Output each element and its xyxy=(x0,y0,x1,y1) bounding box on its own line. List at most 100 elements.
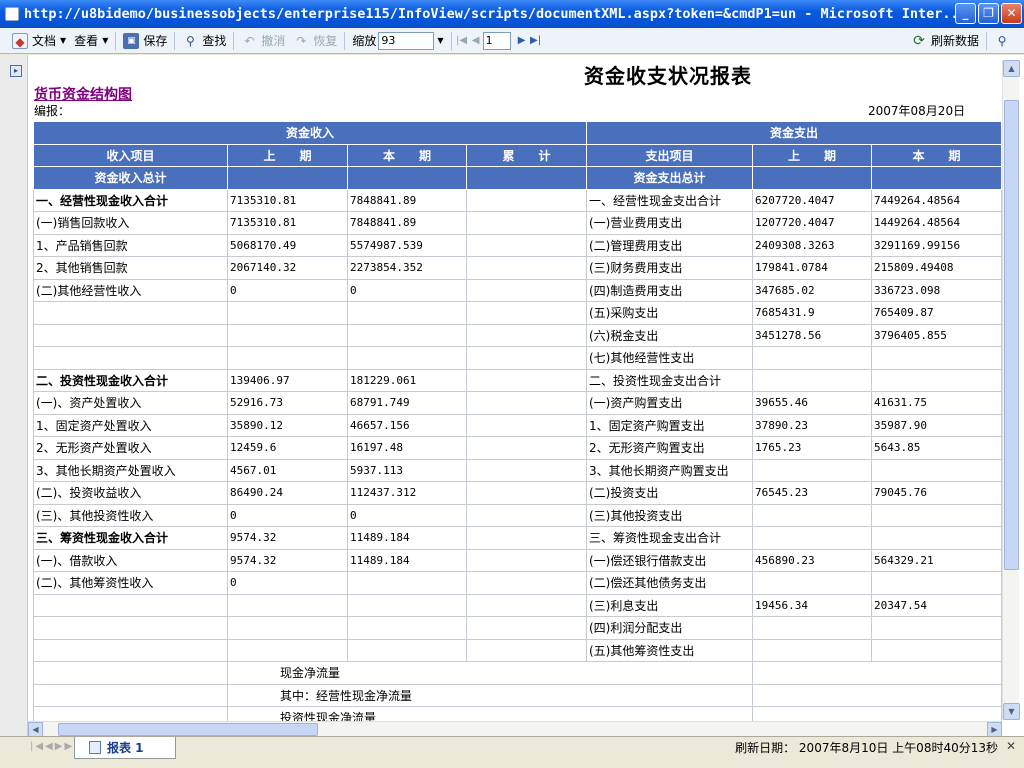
scroll-down-icon[interactable]: ▼ xyxy=(1003,703,1020,720)
search-button[interactable]: ⚲ xyxy=(990,30,1018,52)
vertical-scrollbar[interactable]: ▲ ▼ xyxy=(1002,60,1020,720)
save-button[interactable]: ▣ 保存 xyxy=(119,30,171,52)
prev-page-icon[interactable]: ◀ xyxy=(469,35,483,46)
report-page: 资金收支状况报表 货币资金结构图 编报： 2007年08月20日 资金收入 资金… xyxy=(28,55,1002,721)
sheet-tab-label: 报表 1 xyxy=(107,741,144,755)
income-prev-cell: 35890.12 xyxy=(227,413,348,437)
net-flow-row: 其中：经营性现金净流量 xyxy=(33,683,1002,707)
income-prev-cell: 4567.01 xyxy=(227,458,348,482)
zoom-input[interactable]: 93 xyxy=(378,31,435,50)
expense-curr-cell: 336723.098 xyxy=(871,278,1002,302)
income-curr-cell xyxy=(347,616,467,640)
income-item-cell: 2、其他销售回款 xyxy=(33,256,228,280)
expense-item-cell: (二)偿还其他债务支出 xyxy=(586,571,753,595)
find-button[interactable]: ⚲ 查找 xyxy=(178,30,230,52)
expense-curr-cell xyxy=(871,346,1002,370)
expense-item-cell: (二)投资支出 xyxy=(586,481,753,505)
income-cum-cell xyxy=(466,458,587,482)
horizontal-scrollbar[interactable]: ◀ ▶ xyxy=(28,721,1002,737)
scroll-right-icon[interactable]: ▶ xyxy=(987,722,1002,737)
horizontal-scroll-thumb[interactable] xyxy=(58,723,318,736)
expense-prev-cell: 3451278.56 xyxy=(752,323,872,347)
cash-flow-table: 资金收入 资金支出 收入项目 上 期 本 期 累 计 支出项目 上 期 本 期 … xyxy=(33,121,1002,721)
income-prev-cell: 7135310.81 xyxy=(227,188,348,212)
net-flow-row: 现金净流量 xyxy=(33,661,1002,685)
expense-prev-cell: 456890.23 xyxy=(752,548,872,572)
income-prev-cell: 0 xyxy=(227,278,348,302)
redo-button[interactable]: ↷ 恢复 xyxy=(289,30,341,52)
income-item-cell: 1、产品销售回款 xyxy=(33,233,228,257)
table-row: 二、投资性现金收入合计 139406.97 181229.061 二、投资性现金支出合… xyxy=(33,368,1002,392)
minimize-button[interactable]: _ xyxy=(955,3,976,24)
scroll-left-icon[interactable]: ◀ xyxy=(28,722,43,737)
expense-prev-cell: 39655.46 xyxy=(752,391,872,415)
expense-prev-cell: 2409308.3263 xyxy=(752,233,872,257)
income-prev-cell: 7135310.81 xyxy=(227,211,348,235)
expense-prev-cell xyxy=(752,526,872,550)
window-titlebar: http://u8bidemo/businessobjects/enterpri… xyxy=(0,0,1024,28)
income-cum-cell xyxy=(466,301,587,325)
view-menu[interactable]: 查看 ▼ xyxy=(70,30,112,52)
redo-label: 恢复 xyxy=(313,34,338,48)
income-curr-cell: 68791.749 xyxy=(347,391,467,415)
income-curr-cell: 2273854.352 xyxy=(347,256,467,280)
zoom-dropdown-icon[interactable]: ▼ xyxy=(437,36,443,45)
close-status-icon[interactable]: ✕ xyxy=(1006,739,1016,753)
undo-button[interactable]: ↶ 撤消 xyxy=(237,30,289,52)
expense-curr-cell: 765409.87 xyxy=(871,301,1002,325)
zoom-label: 缩放 xyxy=(352,34,377,48)
expense-item-cell: (六)税金支出 xyxy=(586,323,753,347)
vertical-scroll-thumb[interactable] xyxy=(1004,100,1019,570)
navigation-panel-strip: ▸ xyxy=(0,55,28,736)
income-item-cell xyxy=(33,323,228,347)
save-label: 保存 xyxy=(143,34,168,48)
page-number-input[interactable]: 1 xyxy=(482,31,511,50)
income-group-header: 资金收入 xyxy=(33,121,587,145)
table-row: 2、其他销售回款 2067140.32 2273854.352 (三)财务费用支出 17… xyxy=(33,256,1002,280)
income-curr-cell: 46657.156 xyxy=(347,413,467,437)
expense-curr-cell: 5643.85 xyxy=(871,436,1002,460)
income-curr-cell: 5937.113 xyxy=(347,458,467,482)
expense-curr-cell xyxy=(871,503,1002,527)
income-curr-cell xyxy=(347,323,467,347)
income-prev-cell: 86490.24 xyxy=(227,481,348,505)
expense-total-label: 资金支出总计 xyxy=(586,166,753,190)
scroll-up-icon[interactable]: ▲ xyxy=(1003,60,1020,77)
income-item-cell: (三)、其他投资性收入 xyxy=(33,503,228,527)
last-page-icon[interactable]: ▶| xyxy=(529,35,543,46)
expand-navigation-icon[interactable]: ▸ xyxy=(10,65,22,77)
net-flow-label: 现金净流量 xyxy=(227,661,753,685)
refresh-data-button[interactable]: ⟳ 刷新数据 xyxy=(907,30,983,52)
document-menu[interactable]: ◆ 文档 ▼ xyxy=(8,30,70,52)
table-row: 三、筹资性现金收入合计 9574.32 11489.184 三、筹资性现金支出合计 xyxy=(33,526,1002,550)
sheet-nav-icons[interactable]: |◀◀▶▶| xyxy=(30,741,80,752)
report-sheet-icon xyxy=(89,741,101,754)
income-curr-cell xyxy=(347,638,467,662)
expense-item-cell: 一、经营性现金支出合计 xyxy=(586,188,753,212)
expense-curr-cell: 35987.90 xyxy=(871,413,1002,437)
income-prev-cell: 139406.97 xyxy=(227,368,348,392)
income-curr-cell xyxy=(347,301,467,325)
income-item-cell xyxy=(33,301,228,325)
expense-curr-cell: 20347.54 xyxy=(871,593,1002,617)
expense-curr-cell xyxy=(871,638,1002,662)
table-row: (一)销售回款收入 7135310.81 7848841.89 (一)营业费用支出 12… xyxy=(33,211,1002,235)
table-row: (四)利润分配支出 xyxy=(33,616,1002,640)
expense-item-cell: (四)利润分配支出 xyxy=(586,616,753,640)
income-cum-cell xyxy=(466,211,587,235)
cash-structure-chart-link[interactable]: 货币资金结构图 xyxy=(34,84,132,104)
find-label: 查找 xyxy=(202,34,227,48)
expense-prev-cell: 6207720.4047 xyxy=(752,188,872,212)
close-button[interactable]: ✕ xyxy=(1001,3,1022,24)
sheet-tab-report-1[interactable]: 报表 1 xyxy=(74,737,176,759)
report-title: 资金收支状况报表 xyxy=(584,64,752,88)
next-page-icon[interactable]: ▶ xyxy=(515,35,529,46)
income-prev-cell xyxy=(227,616,348,640)
col-prev-period-2: 上 期 xyxy=(752,143,872,167)
table-row: (二)、其他筹资性收入 0 (二)偿还其他债务支出 xyxy=(33,571,1002,595)
table-row: (五)采购支出 7685431.9 765409.87 xyxy=(33,301,1002,325)
table-row: (一)、资产处置收入 52916.73 68791.749 (一)资产购置支出 3965… xyxy=(33,391,1002,415)
maximize-button[interactable]: ❐ xyxy=(978,3,999,24)
expense-item-cell: (一)资产购置支出 xyxy=(586,391,753,415)
first-page-icon[interactable]: |◀ xyxy=(455,35,469,46)
